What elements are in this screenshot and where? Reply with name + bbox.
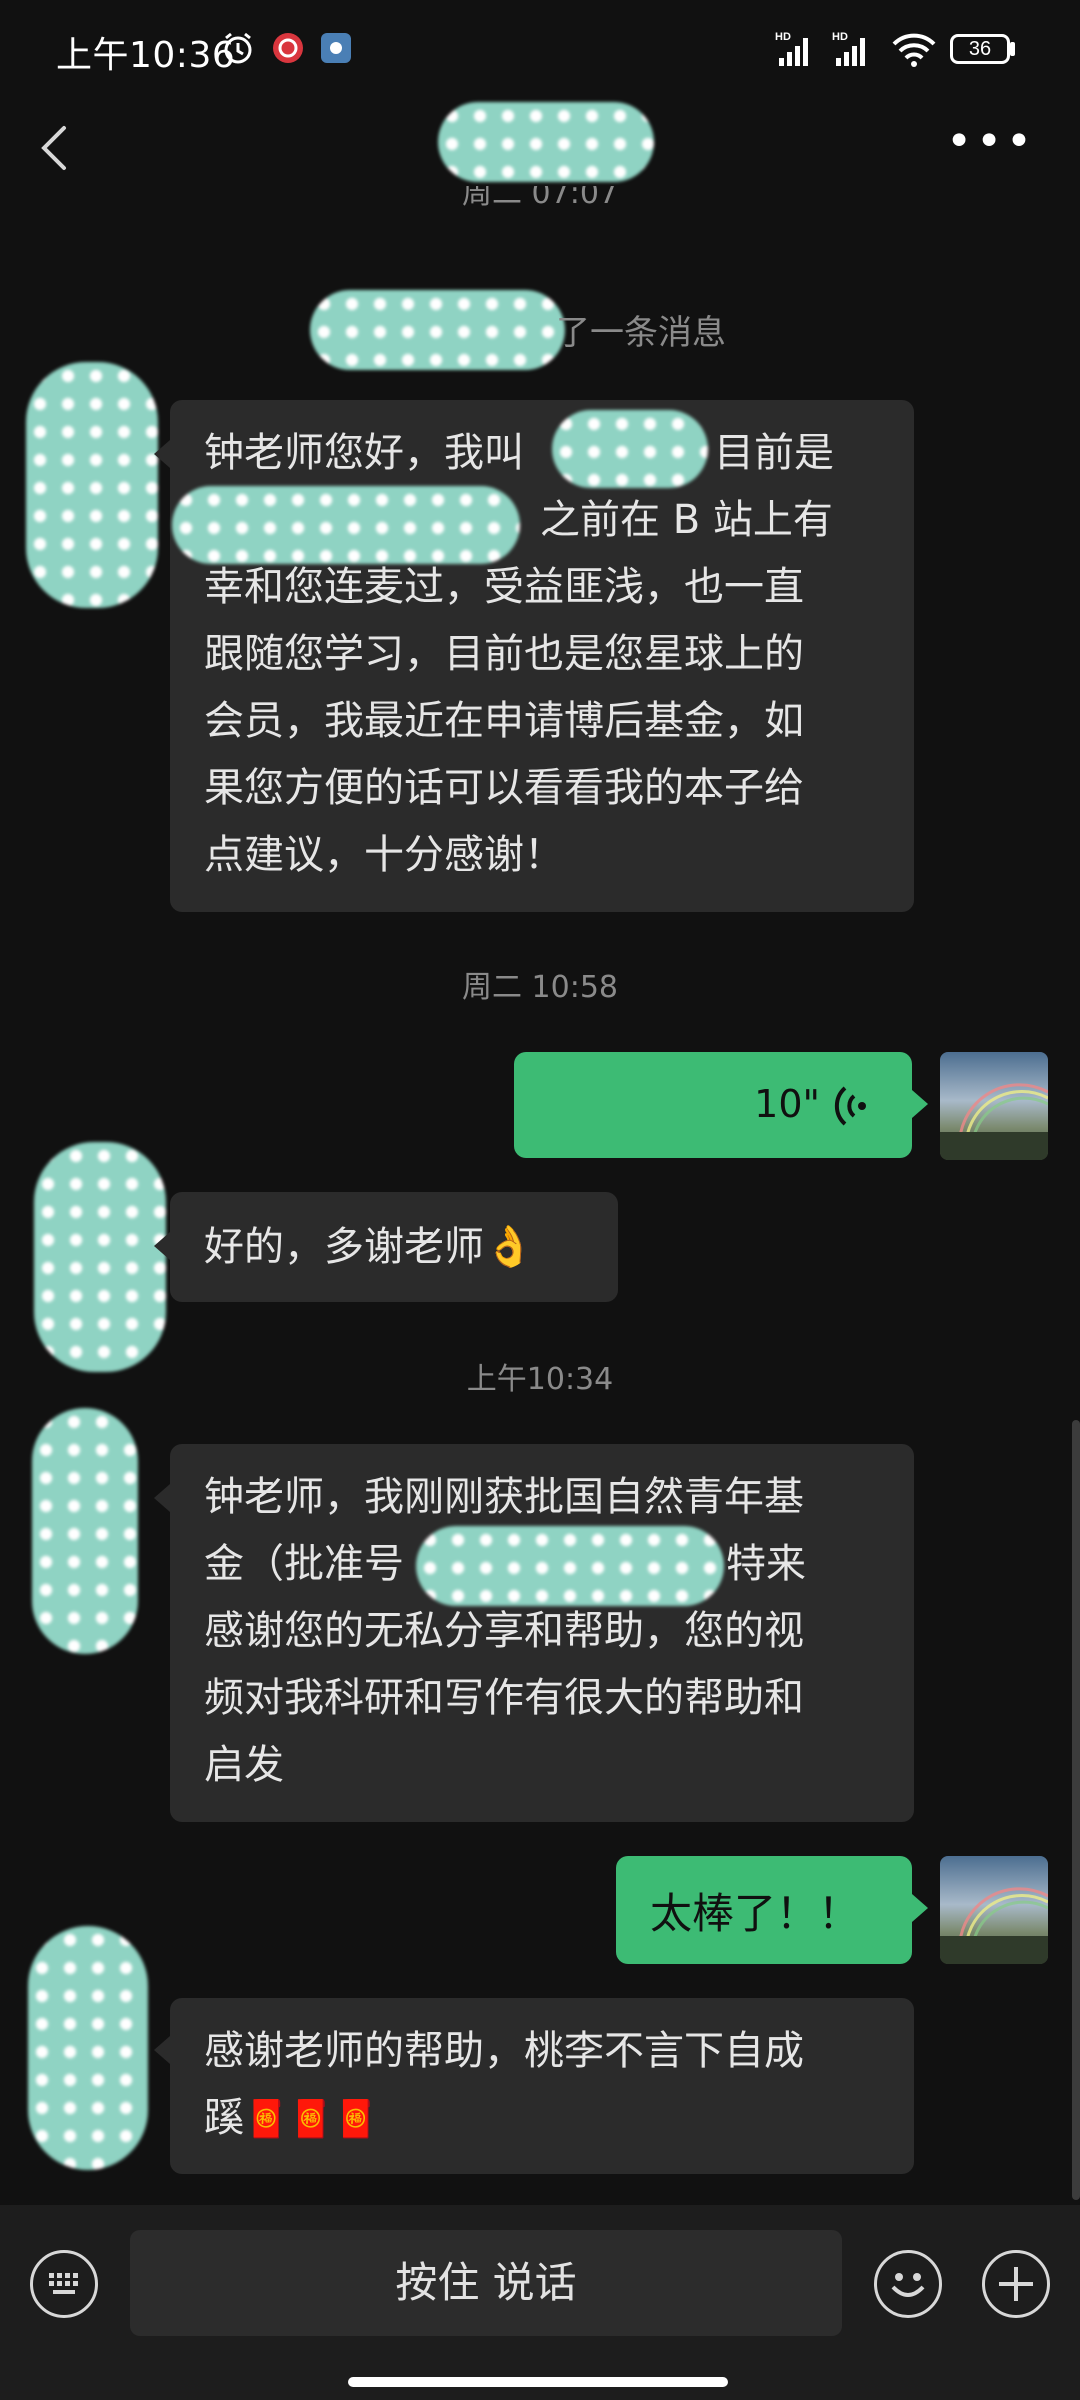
- emoji-button[interactable]: [874, 2250, 942, 2318]
- bubble-tail: [154, 1232, 170, 1260]
- message-line: 蹊🧧🧧🧧: [204, 2095, 379, 2141]
- plus-icon: [999, 2267, 1033, 2301]
- app-notification-icon: [270, 30, 306, 66]
- avatar-redacted-1[interactable]: [26, 362, 158, 608]
- back-icon: [41, 126, 66, 170]
- voice-duration: 10": [754, 1082, 820, 1126]
- message-line: 会员，我最近在申请博后基金，如: [204, 698, 804, 744]
- plus-button[interactable]: [982, 2250, 1050, 2318]
- battery-tip: [1010, 42, 1015, 56]
- settings-notification-icon: [318, 30, 354, 66]
- more-icon: •••: [946, 116, 1036, 167]
- wifi-icon: [890, 28, 938, 72]
- emoji-icon: [891, 2273, 925, 2297]
- svg-text:HD: HD: [832, 31, 848, 43]
- bubble-tail: [154, 1484, 170, 1512]
- more-button[interactable]: •••: [946, 120, 1036, 164]
- message-text: 好的，多谢老师👌: [204, 1224, 534, 1270]
- contact-name-redacted: [438, 102, 654, 182]
- signal-1-icon: HD: [775, 28, 825, 72]
- message-bubble-1[interactable]: 钟老师您好，我叫 ，目前是 之前在 B 站上有 幸和您连麦过，受益匪浅，也一直 跟…: [170, 400, 914, 912]
- message-bubble-4[interactable]: 感谢老师的帮助，桃李不言下自成 蹊🧧🧧🧧: [170, 1998, 914, 2174]
- alarm-icon: [220, 30, 256, 66]
- system-notice-text: 了一条消息: [556, 313, 726, 353]
- redacted-name: [552, 410, 708, 488]
- message-line: 启发: [204, 1742, 284, 1788]
- system-notice-redacted: [310, 290, 565, 370]
- back-button[interactable]: [30, 118, 80, 178]
- bubble-tail: [154, 2036, 170, 2064]
- redacted-affiliation: [172, 486, 520, 564]
- message-line: 幸和您连麦过，受益匪浅，也一直: [204, 564, 804, 610]
- hold-to-talk-button[interactable]: 按住 说话: [130, 2230, 842, 2336]
- avatar-redacted-2[interactable]: [34, 1142, 166, 1372]
- message-line: 跟随您学习，目前也是您星球上的: [204, 631, 804, 677]
- scrollbar[interactable]: [1072, 1420, 1080, 2200]
- message-bubble-3[interactable]: 钟老师，我刚刚获批国自然青年基 金（批准号 ，特来 感谢您的无私分享和帮助，您的视…: [170, 1444, 914, 1822]
- keyboard-icon: [49, 2273, 78, 2294]
- message-line: 果您方便的话可以看看我的本子给: [204, 765, 804, 811]
- status-time: 上午10:36: [56, 35, 236, 76]
- battery-icon: 36: [950, 34, 1010, 64]
- keyboard-button[interactable]: [30, 2250, 98, 2318]
- message-text: 太棒了！！: [650, 1889, 861, 1938]
- message-line: 频对我科研和写作有很大的帮助和: [204, 1675, 804, 1721]
- rainbow-photo-icon: [940, 1887, 1048, 1964]
- message-line: 感谢老师的帮助，桃李不言下自成: [204, 2028, 804, 2074]
- timestamp-partial: 周二 07:07: [462, 186, 618, 208]
- red-envelope-emoji: 🧧🧧🧧: [244, 2099, 379, 2140]
- message-bubble-2[interactable]: 好的，多谢老师👌: [170, 1192, 618, 1302]
- bubble-tail: [912, 1090, 928, 1118]
- redacted-grant-number: [416, 1526, 724, 1606]
- my-avatar[interactable]: [940, 1856, 1048, 1964]
- battery-level: 36: [968, 38, 992, 60]
- message-bubble-me[interactable]: 太棒了！！: [616, 1856, 912, 1964]
- timestamp: 上午10:34: [466, 1362, 614, 1397]
- avatar-redacted-3[interactable]: [32, 1408, 138, 1654]
- bubble-tail: [912, 1894, 928, 1922]
- bubble-tail: [154, 440, 170, 468]
- voice-message-bubble[interactable]: 10": [514, 1052, 912, 1158]
- message-line: 钟老师，我刚刚获批国自然青年基: [204, 1474, 804, 1520]
- my-avatar[interactable]: [940, 1052, 1048, 1160]
- home-indicator[interactable]: [348, 2377, 728, 2387]
- voice-wave-icon: [834, 1086, 866, 1126]
- rainbow-photo-icon: [940, 1083, 1048, 1160]
- message-line: 感谢您的无私分享和帮助，您的视: [204, 1608, 804, 1654]
- message-line: 钟老师您好，我叫 ，目前是: [204, 430, 834, 476]
- signal-2-icon: HD: [832, 28, 882, 72]
- svg-text:HD: HD: [775, 31, 791, 43]
- avatar-redacted-4[interactable]: [28, 1926, 148, 2170]
- timestamp: 周二 10:58: [462, 970, 618, 1005]
- message-line: 点建议，十分感谢！: [204, 832, 564, 878]
